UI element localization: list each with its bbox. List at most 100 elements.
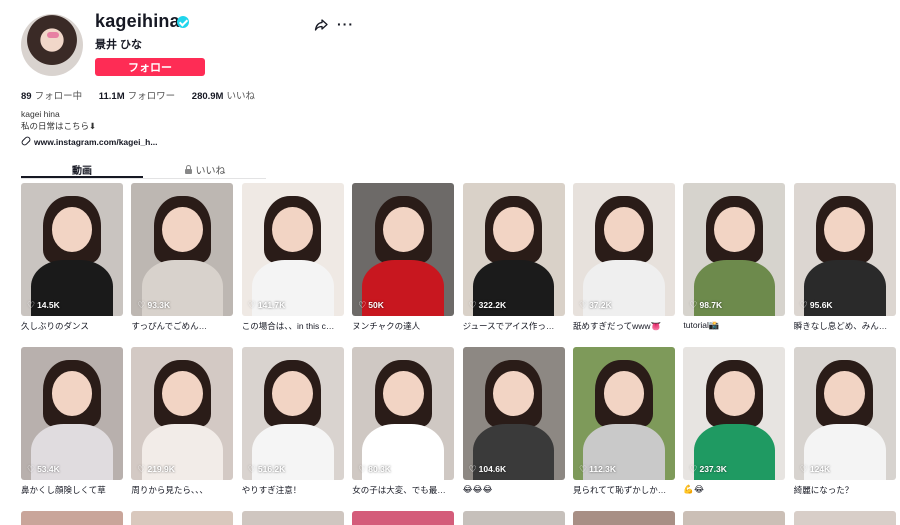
- video-card[interactable]: ♡ 98.7K tutorial📸: [683, 183, 786, 331]
- video-thumbnail[interactable]: ♡ 124K: [793, 347, 896, 480]
- video-caption[interactable]: 鼻かくし顔険しくて草: [21, 484, 123, 496]
- video-thumbnail[interactable]: ♡ 53.4K: [21, 347, 123, 480]
- view-count-value: 141.7K: [257, 300, 286, 310]
- thumbnail-face: [272, 206, 314, 253]
- avatar[interactable]: [21, 14, 83, 76]
- username: kageihina: [95, 11, 180, 31]
- video-card[interactable]: ♡ 104.6K 😂😂😂: [462, 347, 565, 495]
- video-caption[interactable]: 久しぶりのダンス: [21, 320, 123, 332]
- view-count: ♡ 14.5K: [27, 300, 60, 311]
- video-caption[interactable]: 😂😂😂: [463, 484, 565, 495]
- share-icon[interactable]: [314, 18, 328, 32]
- followers-count: 11.1M: [98, 91, 125, 102]
- tab-videos[interactable]: 動画: [21, 162, 143, 177]
- video-caption[interactable]: 💪😂: [683, 484, 785, 495]
- video-card[interactable]: ♡ 516.2K やりすぎ注意！: [241, 347, 344, 496]
- video-thumbnail[interactable]: ♡ 219.9K: [131, 347, 234, 480]
- video-caption[interactable]: 女の子は大変、でも最…: [352, 484, 454, 496]
- video-thumbnail[interactable]: ♡ 104.6K: [462, 347, 565, 480]
- video-thumbnail[interactable]: ♡ 237.3K: [683, 347, 786, 480]
- video-caption[interactable]: すっぴんでごめん…: [131, 320, 233, 332]
- view-count-value: 104.6K: [478, 464, 507, 474]
- video-card[interactable]: ♡ 95.6K 瞬きなし息どめ、みん…: [793, 183, 896, 332]
- video-card[interactable]: ♡ 237.3K 💪😂: [683, 347, 786, 495]
- view-count-value: 50K: [368, 300, 384, 310]
- lock-icon: [184, 165, 192, 174]
- video-card[interactable]: ♡ 141.7K この場合は、、in this c…: [241, 183, 344, 332]
- profile-link[interactable]: www.instagram.com/kagei_h...: [20, 135, 157, 147]
- view-count: ♡ 80.3K: [358, 464, 391, 475]
- video-thumbnail[interactable]: ♡ 14.5K: [21, 183, 123, 316]
- heart-outline-icon: ♡: [579, 464, 588, 474]
- bio-line-2: 私の日常はこちら⬇: [21, 121, 97, 131]
- tab-liked-label[interactable]: いいね: [196, 166, 226, 177]
- video-thumbnail[interactable]: ♡ 516.2K: [241, 347, 344, 480]
- more-options-icon[interactable]: ···: [337, 16, 354, 32]
- video-card[interactable]: ♡ 37.2K 舐めすぎだってwww👅: [573, 183, 675, 332]
- video-caption[interactable]: ジュースでアイス作っ…: [463, 320, 565, 332]
- follow-button[interactable]: フォロー: [95, 58, 205, 76]
- video-thumbnail-partial[interactable]: [21, 511, 123, 525]
- video-thumbnail-partial[interactable]: [793, 511, 896, 525]
- video-thumbnail-partial[interactable]: [462, 511, 565, 525]
- video-card[interactable]: ♡ 53.4K 鼻かくし顔険しくて草: [21, 347, 123, 496]
- video-thumbnail[interactable]: ♡ 50K: [352, 183, 455, 316]
- video-card[interactable]: ♡ 80.3K 女の子は大変、でも最…: [352, 347, 455, 496]
- thumbnail-face: [824, 206, 866, 253]
- video-thumbnail-partial[interactable]: [573, 511, 675, 525]
- thumbnail-face: [603, 370, 645, 417]
- video-caption[interactable]: やりすぎ注意！: [242, 484, 344, 496]
- link-icon: [20, 135, 32, 147]
- video-caption[interactable]: ヌンチャクの達人: [352, 320, 454, 332]
- heart-outline-icon: ♡: [468, 300, 477, 310]
- video-caption[interactable]: 綺麗になった？: [794, 484, 896, 496]
- video-thumbnail[interactable]: ♡ 322.2K: [462, 183, 565, 316]
- video-thumbnail-partial[interactable]: [352, 511, 455, 525]
- heart-outline-icon: ♡: [358, 300, 367, 310]
- following-label: フォロー中: [34, 91, 83, 102]
- view-count-value: 14.5K: [37, 300, 60, 310]
- video-card[interactable]: ♡ 93.3K すっぴんでごめん…: [131, 183, 234, 332]
- video-thumbnail-partial[interactable]: [241, 511, 344, 525]
- video-caption[interactable]: この場合は、、in this c…: [242, 320, 344, 332]
- thumbnail-face: [603, 206, 645, 253]
- view-count: ♡ 50K: [358, 300, 384, 311]
- video-thumbnail[interactable]: ♡ 141.7K: [241, 183, 344, 316]
- view-count: ♡ 98.7K: [689, 300, 722, 311]
- video-caption[interactable]: 見られてて恥ずかしか…: [573, 484, 675, 496]
- thumbnail-face: [493, 370, 534, 417]
- video-caption[interactable]: 周りから見たら、、、: [131, 484, 233, 496]
- video-card[interactable]: ♡ 322.2K ジュースでアイス作っ…: [462, 183, 565, 332]
- video-thumbnail-partial[interactable]: [683, 511, 786, 525]
- thumbnail-face: [713, 206, 755, 253]
- view-count-value: 98.7K: [699, 300, 723, 310]
- video-thumbnail[interactable]: ♡ 112.3K: [573, 347, 675, 480]
- video-card[interactable]: ♡ 50K ヌンチャクの達人: [352, 183, 455, 332]
- video-caption[interactable]: tutorial📸: [683, 320, 785, 331]
- video-card[interactable]: ♡ 112.3K 見られてて恥ずかしか…: [573, 347, 675, 496]
- video-card[interactable]: ♡ 219.9K 周りから見たら、、、: [131, 347, 234, 496]
- thumbnail-face: [161, 370, 203, 417]
- view-count-value: 112.3K: [589, 464, 617, 474]
- heart-outline-icon: ♡: [247, 464, 256, 474]
- video-thumbnail[interactable]: ♡ 80.3K: [352, 347, 455, 480]
- profile-link-text[interactable]: www.instagram.com/kagei_h...: [34, 137, 157, 147]
- video-caption[interactable]: 瞬きなし息どめ、みん…: [794, 320, 896, 332]
- tab-liked[interactable]: いいね: [144, 162, 266, 177]
- view-count-value: 93.3K: [147, 300, 171, 310]
- video-card[interactable]: ♡ 124K 綺麗になった？: [793, 347, 896, 496]
- heart-outline-icon: ♡: [799, 464, 808, 474]
- video-card[interactable]: ♡ 14.5K 久しぶりのダンス: [21, 183, 123, 332]
- view-count-value: 124K: [809, 464, 831, 474]
- video-thumbnail[interactable]: ♡ 95.6K: [793, 183, 896, 316]
- heart-outline-icon: ♡: [137, 300, 146, 310]
- video-thumbnail-partial[interactable]: [131, 511, 234, 525]
- video-thumbnail[interactable]: ♡ 98.7K: [683, 183, 786, 316]
- video-caption[interactable]: 舐めすぎだってwww👅: [573, 320, 675, 332]
- heart-outline-icon: ♡: [358, 464, 367, 474]
- video-thumbnail[interactable]: ♡ 37.2K: [573, 183, 675, 316]
- video-thumbnail[interactable]: ♡ 93.3K: [131, 183, 234, 316]
- view-count: ♡ 95.6K: [800, 300, 833, 311]
- view-count-value: 322.2K: [478, 300, 507, 310]
- heart-outline-icon: ♡: [689, 300, 698, 310]
